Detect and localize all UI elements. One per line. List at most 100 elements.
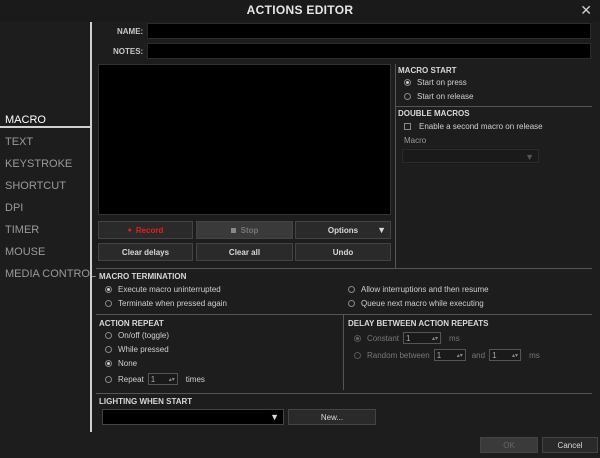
sidebar-item-keystroke[interactable]: KEYSTROKE: [5, 158, 72, 170]
allow-interruptions-label: Allow interruptions and then resume: [361, 285, 489, 294]
stop-icon: [230, 227, 236, 233]
title-bar: ACTIONS EDITOR ✕: [0, 0, 600, 22]
divider: [96, 314, 592, 315]
toggle-radio[interactable]: [105, 332, 112, 339]
options-button[interactable]: Options ▼: [295, 221, 391, 239]
constant-label: Constant: [367, 333, 400, 343]
name-field[interactable]: [147, 23, 591, 39]
allow-interruptions-option[interactable]: Allow interruptions and then resume: [348, 285, 489, 294]
sidebar-active-underline: [0, 126, 91, 128]
start-on-release-label: Start on release: [417, 92, 474, 101]
terminate-pressed-again-radio[interactable]: [105, 300, 112, 307]
execute-uninterrupted-option[interactable]: Execute macro uninterrupted: [105, 285, 221, 294]
macro-events-list[interactable]: [98, 64, 391, 215]
lighting-title: LIGHTING WHEN START: [99, 397, 193, 406]
none-radio[interactable]: [105, 360, 112, 367]
random-radio[interactable]: [354, 351, 361, 359]
clear-all-button[interactable]: Clear all: [196, 243, 293, 261]
record-label: Record: [135, 225, 164, 235]
while-pressed-option[interactable]: While pressed: [105, 345, 169, 354]
random-min-value: 1: [436, 350, 442, 360]
divider: [343, 314, 344, 390]
close-icon[interactable]: ✕: [580, 2, 592, 19]
spinner-icon[interactable]: ▴▾: [457, 352, 463, 359]
content-border: [90, 22, 92, 432]
random-max-input[interactable]: 1 ▴▾: [489, 349, 522, 361]
random-option[interactable]: Random between 1 ▴▾ and 1 ▴▾ ms: [354, 349, 540, 361]
clear-delays-button[interactable]: Clear delays: [98, 243, 193, 261]
execute-uninterrupted-label: Execute macro uninterrupted: [118, 285, 221, 294]
name-label: NAME:: [117, 27, 144, 36]
sidebar-item-text[interactable]: TEXT: [5, 136, 33, 148]
start-on-release-option[interactable]: Start on release: [404, 92, 473, 101]
none-option[interactable]: None: [105, 359, 137, 368]
terminate-pressed-again-option[interactable]: Terminate when pressed again: [105, 299, 227, 308]
ok-button[interactable]: OK: [480, 437, 538, 453]
start-on-press-radio[interactable]: [404, 79, 411, 86]
sidebar-item-timer[interactable]: TIMER: [5, 224, 39, 236]
divider: [395, 106, 592, 107]
and-label: and: [471, 350, 486, 360]
queue-next-radio[interactable]: [348, 300, 355, 307]
allow-interruptions-radio[interactable]: [348, 286, 355, 293]
divider: [96, 393, 592, 394]
stop-button[interactable]: Stop: [196, 221, 293, 239]
divider: [96, 268, 592, 269]
spinner-icon[interactable]: ▴▾: [512, 352, 518, 359]
delay-repeats-title: DELAY BETWEEN ACTION REPEATS: [348, 319, 489, 328]
start-on-release-radio[interactable]: [404, 93, 411, 100]
random-max-value: 1: [492, 350, 497, 360]
macro-start-title: MACRO START: [398, 66, 457, 75]
window-title: ACTIONS EDITOR: [246, 3, 354, 17]
cancel-button[interactable]: Cancel: [542, 437, 598, 453]
macro-select-label: Macro: [404, 136, 427, 145]
notes-field[interactable]: [147, 43, 591, 59]
repeat-option[interactable]: Repeat 1 ▴▾ times: [105, 373, 205, 385]
while-pressed-radio[interactable]: [105, 346, 112, 353]
macro-termination-title: MACRO TERMINATION: [99, 272, 187, 281]
record-icon: ●: [127, 226, 132, 234]
second-macro-option[interactable]: Enable a second macro on release: [404, 122, 543, 131]
repeat-radio[interactable]: [105, 375, 112, 383]
undo-button[interactable]: Undo: [295, 243, 391, 261]
sidebar-item-media-control[interactable]: MEDIA CONTROL: [5, 268, 96, 280]
lighting-select[interactable]: ▼: [102, 409, 284, 425]
queue-next-option[interactable]: Queue next macro while executing: [348, 299, 484, 308]
ms-label: ms: [449, 333, 460, 343]
second-macro-checkbox[interactable]: [404, 123, 411, 130]
new-lighting-button[interactable]: New...: [288, 409, 376, 425]
spinner-icon[interactable]: ▴▾: [432, 335, 438, 342]
right-column-divider: [395, 64, 396, 268]
constant-option[interactable]: Constant 1 ▴▾ ms: [354, 332, 460, 344]
start-on-press-option[interactable]: Start on press: [404, 78, 467, 87]
sidebar-item-macro[interactable]: MACRO: [5, 114, 46, 126]
chevron-down-icon: ▼: [270, 412, 279, 422]
sidebar-item-mouse[interactable]: MOUSE: [5, 246, 45, 258]
constant-value: 1: [406, 333, 411, 343]
ms-label: ms: [529, 350, 540, 360]
constant-input[interactable]: 1 ▴▾: [403, 332, 442, 344]
constant-radio[interactable]: [354, 334, 361, 342]
terminate-pressed-again-label: Terminate when pressed again: [118, 299, 227, 308]
spinner-icon[interactable]: ▴▾: [169, 376, 175, 383]
times-label: times: [185, 374, 205, 384]
toggle-label: On/off (toggle): [118, 331, 169, 340]
while-pressed-label: While pressed: [118, 345, 169, 354]
stop-label: Stop: [240, 225, 259, 235]
repeat-count-input[interactable]: 1 ▴▾: [147, 373, 178, 385]
sidebar-item-shortcut[interactable]: SHORTCUT: [5, 180, 66, 192]
execute-uninterrupted-radio[interactable]: [105, 286, 112, 293]
second-macro-label: Enable a second macro on release: [419, 122, 543, 131]
random-min-input[interactable]: 1 ▴▾: [433, 349, 466, 361]
chevron-down-icon: ▼: [525, 152, 534, 162]
toggle-option[interactable]: On/off (toggle): [105, 331, 169, 340]
second-macro-select[interactable]: ▼: [402, 149, 539, 163]
sidebar-item-dpi[interactable]: DPI: [5, 202, 23, 214]
action-repeat-title: ACTION REPEAT: [99, 319, 164, 328]
none-label: None: [118, 359, 138, 368]
queue-next-label: Queue next macro while executing: [361, 299, 484, 308]
record-button[interactable]: ● Record: [98, 221, 193, 239]
chevron-down-icon: ▼: [377, 225, 386, 235]
options-label: Options: [327, 225, 359, 235]
notes-label: NOTES:: [113, 47, 144, 56]
